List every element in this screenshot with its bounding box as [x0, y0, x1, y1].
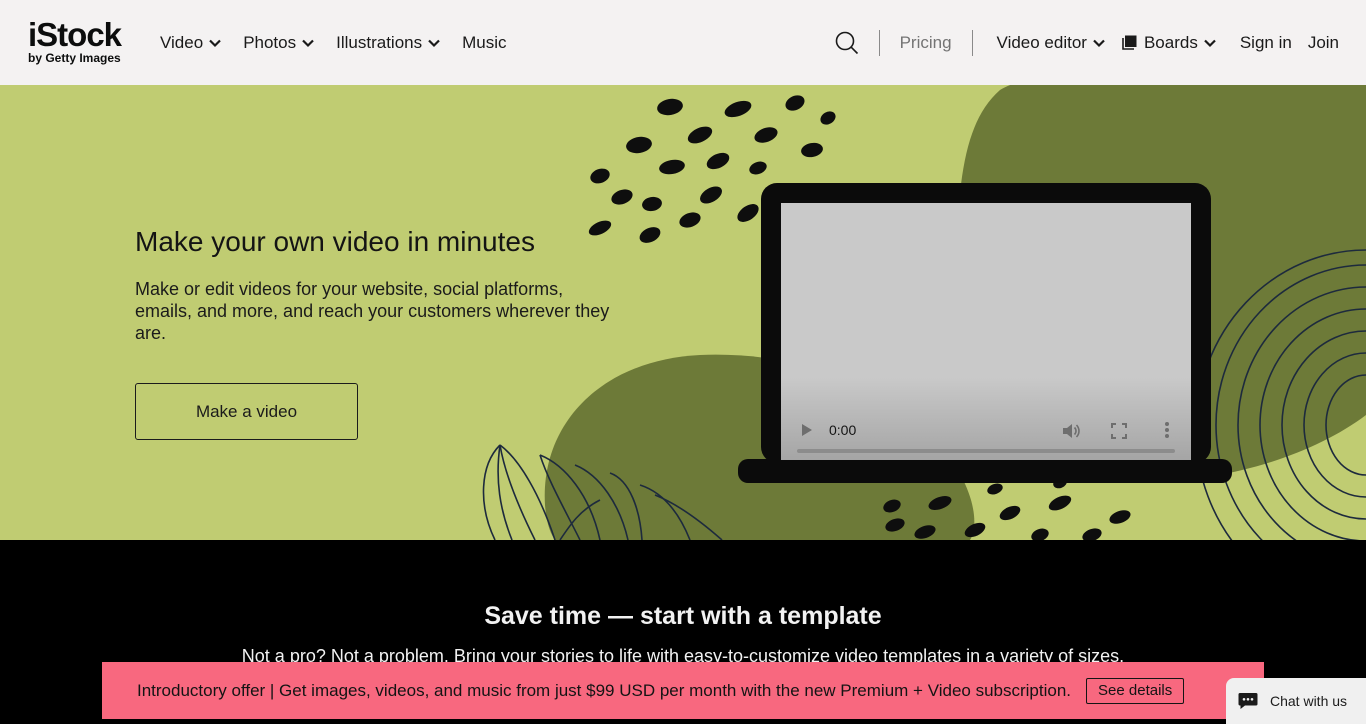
video-time: 0:00: [829, 422, 857, 438]
promo-text: Introductory offer | Get images, videos,…: [137, 680, 1072, 700]
chat-label: Chat with us: [1270, 693, 1348, 709]
search-icon[interactable]: [835, 31, 859, 55]
templates-title: Save time — start with a template: [484, 602, 882, 630]
fullscreen-icon[interactable]: [1111, 423, 1127, 439]
chat-bubble-icon: [1238, 693, 1258, 709]
nav-video-editor-label: Video editor: [996, 32, 1087, 52]
chevron-down-icon: [428, 39, 440, 47]
chevron-down-icon: [302, 39, 314, 47]
pricing-link[interactable]: Pricing: [900, 33, 952, 53]
sign-in-link[interactable]: Sign in: [1240, 33, 1292, 53]
hero-section: Make your own video in minutes Make or e…: [0, 85, 1366, 540]
nav-video-editor[interactable]: Video editor: [997, 33, 1106, 53]
hero-title: Make your own video in minutes: [135, 226, 535, 257]
nav-video[interactable]: Video: [160, 33, 222, 53]
divider: [971, 29, 973, 56]
nav-illustrations[interactable]: Illustrations: [336, 33, 441, 53]
logo-tagline: by Getty Images: [28, 51, 121, 65]
make-video-button[interactable]: Make a video: [135, 383, 358, 440]
top-header: iStock by Getty Images Video Photos Illu…: [0, 0, 1366, 85]
join-link[interactable]: Join: [1308, 33, 1339, 53]
logo-wordmark: iStock: [28, 16, 122, 53]
video-progress-bar[interactable]: [797, 449, 1175, 453]
play-icon[interactable]: [801, 423, 813, 437]
chevron-down-icon: [1204, 39, 1216, 47]
nav-photos-label: Photos: [243, 32, 297, 52]
chat-widget[interactable]: Chat with us: [1226, 678, 1366, 724]
secondary-nav: Pricing Video editor Boards Sign in Join: [835, 0, 1339, 85]
hero-description: Make or edit videos for your website, so…: [135, 279, 610, 343]
promo-banner: Introductory offer | Get images, videos,…: [102, 662, 1264, 719]
nav-video-label: Video: [160, 32, 204, 52]
video-controls: 0:00: [781, 400, 1191, 460]
istock-logo[interactable]: iStock by Getty Images: [28, 18, 138, 68]
see-details-button[interactable]: See details: [1086, 677, 1185, 704]
divider: [878, 29, 880, 56]
video-player[interactable]: 0:00: [781, 203, 1191, 460]
chevron-down-icon: [209, 39, 221, 47]
nav-music-label: Music: [462, 32, 507, 52]
nav-boards-label: Boards: [1143, 32, 1198, 52]
primary-nav: Video Photos Illustrations Music: [160, 0, 507, 85]
volume-icon[interactable]: [1062, 422, 1080, 440]
nav-illustrations-label: Illustrations: [336, 32, 423, 52]
nav-music[interactable]: Music: [462, 33, 506, 53]
boards-icon: [1122, 35, 1137, 50]
nav-photos[interactable]: Photos: [243, 33, 315, 53]
chevron-down-icon: [1093, 39, 1105, 47]
more-icon[interactable]: [1164, 421, 1170, 439]
nav-boards[interactable]: Boards: [1122, 33, 1217, 53]
